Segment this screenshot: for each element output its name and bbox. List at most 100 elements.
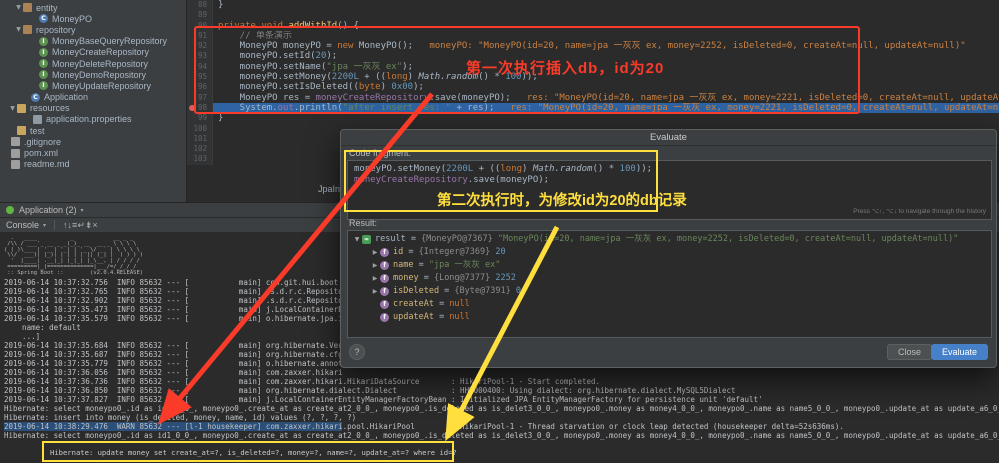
line-number: 94 (198, 62, 207, 71)
code-token: long (386, 72, 408, 82)
line-number: 89 (198, 10, 207, 19)
gutter: 91 (187, 31, 213, 41)
spring-boot-banner: . ____ _ __ _ _ /\\ / ___'_ __ _ _(_)_ _… (4, 236, 143, 277)
evaluate-button[interactable]: Evaluate (931, 344, 988, 360)
result-row-id[interactable]: ▶fid = {Integer@7369} 20 (348, 246, 991, 259)
code-token: {MoneyPO@7367} (421, 234, 498, 244)
clear-console-icon[interactable]: × (92, 220, 97, 230)
result-row-text: createAt = null (393, 298, 470, 311)
interface-icon: I (39, 59, 48, 68)
console-line: Hibernate: insert into money (is_deleted… (4, 413, 999, 422)
console-line: Hibernate: select moneypo0_.id as id1_0_… (4, 404, 999, 413)
tree-item--gitignore[interactable]: .gitignore (0, 136, 186, 147)
tree-item-moneycreaterepository[interactable]: IMoneyCreateRepository (0, 47, 186, 58)
chevron-right-icon[interactable]: ▶ (370, 272, 380, 285)
chevron-down-icon[interactable]: ▼ (352, 233, 362, 246)
code-line-90[interactable]: 90private void addWithId() { (187, 21, 999, 31)
tree-item-test[interactable]: test (0, 125, 186, 136)
help-button[interactable]: ? (349, 344, 365, 360)
tree-item-label: MoneyPO (52, 14, 92, 24)
console-toolbar: ↑↓≡↵⇟× (63, 220, 98, 231)
code-text: MoneyPO res = moneyCreateRepository.save… (213, 93, 999, 103)
chevron-down-icon[interactable]: ▼ (14, 4, 23, 11)
code-token: {Integer@7369} (419, 247, 496, 257)
tree-item-resources[interactable]: ▼resources (0, 103, 186, 114)
code-line-97[interactable]: 97 MoneyPO res = moneyCreateRepository.s… (187, 93, 999, 103)
chevron-right-icon[interactable]: ▶ (370, 259, 380, 272)
gutter: 89 (187, 10, 213, 20)
result-row-createAt[interactable]: fcreateAt = null (348, 298, 991, 311)
chevron-down-icon[interactable]: ▼ (14, 26, 23, 33)
code-token: updateAt (393, 312, 434, 322)
code-token: 0 (516, 286, 521, 296)
result-tree[interactable]: ▼=result = {MoneyPO@7367} "MoneyPO(id=20… (347, 230, 992, 338)
chevron-down-icon[interactable]: ▼ (8, 105, 17, 112)
gutter: 97 (187, 93, 213, 103)
line-number: 95 (198, 72, 207, 81)
line-number: 92 (198, 41, 207, 50)
code-fragment-line: moneyCreateRepository.save(moneyPO); (354, 175, 985, 186)
soft-wrap-icon[interactable]: ↵ (77, 220, 85, 230)
code-text (213, 10, 999, 20)
tree-item-repository[interactable]: ▼repository (0, 24, 186, 35)
tree-item-moneypo[interactable]: C MoneyPO (0, 13, 186, 24)
code-token: + (( (473, 164, 500, 174)
code-token: {Long@7377} (434, 273, 495, 283)
tree-item-moneydeleterepository[interactable]: I MoneyDeleteRepository (0, 58, 186, 69)
breakpoint-icon[interactable] (189, 105, 196, 112)
toolbar-separator (54, 220, 55, 230)
code-token: .save(moneyPO); (429, 93, 510, 103)
code-line-89[interactable]: 89 (187, 10, 999, 20)
tree-item-application[interactable]: CApplication (0, 92, 186, 103)
chevron-down-icon[interactable]: ▾ (81, 207, 84, 214)
tab-console[interactable]: Console (6, 220, 39, 230)
line-number: 100 (193, 124, 207, 133)
result-row-isDeleted[interactable]: ▶fisDeleted = {Byte@7391} 0 (348, 285, 991, 298)
result-row-name[interactable]: ▶fname = "jpa 一灰灰 ex" (348, 259, 991, 272)
code-token: "MoneyPO(id=20, name=jpa 一灰灰 ex, money=2… (498, 234, 958, 244)
debug-tab-label[interactable]: Application (2) (19, 205, 77, 215)
tree-item-label: MoneyDeleteRepository (52, 59, 148, 69)
code-token: money (393, 273, 419, 283)
evaluate-dialog: Evaluate Code fragment: moneyPO.setMoney… (340, 129, 997, 368)
tree-item-application-properties[interactable]: application.properties (0, 114, 186, 125)
tree-item-pom-xml[interactable]: pom.xml (0, 147, 186, 158)
console-line: 2019-06-14 10:38:29.476 WARN 85632 --- [… (4, 422, 999, 431)
code-text: } (213, 113, 999, 123)
code-text: } (213, 0, 999, 10)
code-text: MoneyPO moneyPO = new MoneyPO(); moneyPO… (213, 41, 999, 51)
code-token: } (218, 0, 223, 10)
field-icon: f (380, 274, 389, 283)
code-line-92[interactable]: 92 MoneyPO moneyPO = new MoneyPO(); mone… (187, 41, 999, 51)
code-text: moneyPO.setIsDeleted((byte) 0x00); (213, 82, 999, 92)
tree-item-moneybasequeryrepository[interactable]: IMoneyBaseQueryRepository (0, 36, 186, 47)
class-icon: C (39, 14, 48, 23)
code-token: .save(moneyPO); (468, 175, 549, 185)
tree-item-moneydemorepository[interactable]: IMoneyDemoRepository (0, 69, 186, 80)
chevron-down-icon[interactable]: ▾ (43, 222, 46, 229)
properties-icon (33, 115, 42, 124)
line-number: 98 (198, 103, 207, 112)
debugger-inline-value: moneyPO: "MoneyPO(id=20, name=jpa 一灰灰 ex… (413, 41, 966, 51)
interface-icon: I (39, 37, 48, 46)
result-row-result[interactable]: ▼=result = {MoneyPO@7367} "MoneyPO(id=20… (348, 233, 991, 246)
code-line-96[interactable]: 96 moneyPO.setIsDeleted((byte) 0x00); (187, 82, 999, 92)
result-row-updateAt[interactable]: fupdateAt = null (348, 311, 991, 324)
gutter: 95 (187, 72, 213, 82)
code-line-99[interactable]: 99} (187, 113, 999, 123)
code-token: ); (413, 82, 424, 92)
chevron-right-icon[interactable]: ▶ (370, 285, 380, 298)
code-line-98[interactable]: 98 System.out.println("after insert res:… (187, 103, 999, 113)
result-row-money[interactable]: ▶fmoney = {Long@7377} 2252 (348, 272, 991, 285)
file-icon (11, 149, 20, 158)
gutter: 88 (187, 0, 213, 10)
code-line-91[interactable]: 91 // 单条演示 (187, 31, 999, 41)
tree-item-moneyupdaterepository[interactable]: IMoneyUpdateRepository (0, 80, 186, 91)
chevron-right-icon[interactable]: ▶ (370, 246, 380, 259)
tree-item-readme-md[interactable]: readme.md (0, 159, 186, 170)
close-button[interactable]: Close (887, 344, 932, 360)
code-token: = (434, 312, 449, 322)
console-line: 2019-06-14 10:37:36.056 INFO 85632 --- [… (4, 368, 999, 377)
tree-item-entity[interactable]: ▼entity (0, 2, 186, 13)
code-line-88[interactable]: 88} (187, 0, 999, 10)
